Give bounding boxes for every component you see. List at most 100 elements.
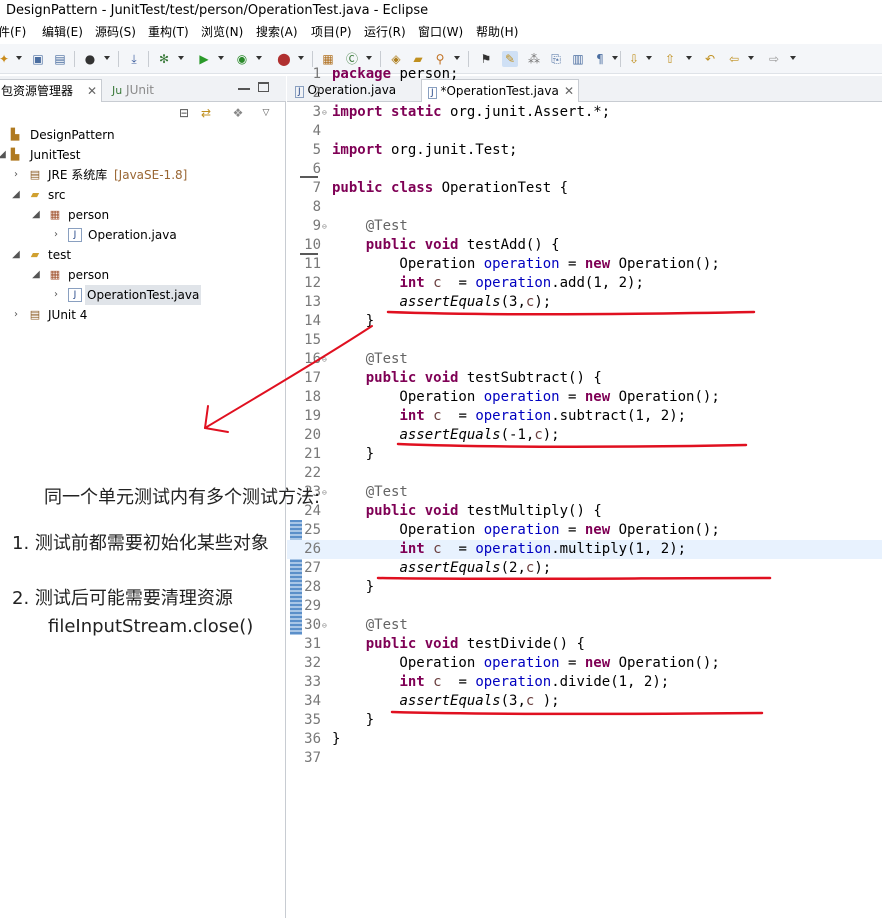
code-line[interactable]: 25 Operation operation = new Operation()…	[287, 521, 882, 540]
pilcrow-dropdown-icon[interactable]	[612, 56, 618, 60]
code-line[interactable]: 24 public void testMultiply() {	[287, 502, 882, 521]
code-line[interactable]: 29	[287, 597, 882, 616]
code-line[interactable]: 13 assertEquals(3,c);	[287, 293, 882, 312]
focus-icon[interactable]: ❖	[230, 105, 246, 121]
code-line[interactable]: 37	[287, 749, 882, 768]
external-tools-dropdown-icon[interactable]	[298, 56, 304, 60]
search-dropdown-icon[interactable]	[454, 56, 460, 60]
view-menu-icon[interactable]: ▽	[258, 105, 274, 121]
code-line[interactable]: 33 int c = operation.divide(1, 2);	[287, 673, 882, 692]
collapsed-twisty-icon[interactable]: ›	[50, 225, 62, 245]
tree-item-junittest[interactable]: ◢ ▙ JunitTest	[0, 145, 286, 165]
code-line[interactable]: 15	[287, 331, 882, 350]
menu-refactor[interactable]: 重构(T)	[148, 22, 189, 42]
next-annotation-dropdown-icon[interactable]	[646, 56, 652, 60]
save-all-icon[interactable]: ▤	[52, 51, 68, 67]
expand-twisty-icon[interactable]: ◢	[30, 205, 42, 225]
collapse-all-icon[interactable]: ⊟	[176, 105, 192, 121]
menu-edit[interactable]: 编辑(E)	[42, 22, 83, 42]
fold-toggle-icon[interactable]: ⊖	[322, 616, 327, 635]
code-line[interactable]: 22	[287, 464, 882, 483]
code-line[interactable]: 17 public void testSubtract() {	[287, 369, 882, 388]
coverage-dropdown-icon[interactable]	[256, 56, 262, 60]
code-line[interactable]: 28 }	[287, 578, 882, 597]
tree-item-test[interactable]: ◢ ▰ test	[0, 245, 286, 265]
code-line[interactable]: 14 }	[287, 312, 882, 331]
user-dropdown-icon[interactable]	[104, 56, 110, 60]
code-line[interactable]: 8	[287, 198, 882, 217]
minimize-icon[interactable]	[238, 88, 250, 90]
new-icon[interactable]: ✦	[0, 51, 12, 67]
code-line[interactable]: 1 package person;	[287, 65, 882, 84]
run-icon[interactable]: ▶	[196, 51, 212, 67]
tree-item-test-person[interactable]: ◢ ▦ person	[0, 265, 286, 285]
menu-help[interactable]: 帮助(H)	[476, 22, 518, 42]
menu-file[interactable]: 件(F)	[0, 22, 26, 42]
code-line[interactable]: 16 ⊖ @Test	[287, 350, 882, 369]
new-class-dropdown-icon[interactable]	[366, 56, 372, 60]
code-line[interactable]: 35 }	[287, 711, 882, 730]
menu-source[interactable]: 源码(S)	[95, 22, 136, 42]
fold-toggle-icon[interactable]: ⊖	[322, 483, 327, 502]
code-line[interactable]: 30 ⊖ @Test	[287, 616, 882, 635]
run-dropdown-icon[interactable]	[218, 56, 224, 60]
tree-item-src[interactable]: ◢ ▰ src	[0, 185, 286, 205]
code-line[interactable]: 31 public void testDivide() {	[287, 635, 882, 654]
code-line[interactable]: 11 Operation operation = new Operation()…	[287, 255, 882, 274]
menu-window[interactable]: 窗口(W)	[418, 22, 463, 42]
code-line[interactable]: 20 assertEquals(-1,c);	[287, 426, 882, 445]
user-icon[interactable]: ●	[82, 51, 98, 67]
coverage-icon[interactable]: ◉	[234, 51, 250, 67]
tree-item-operation-java[interactable]: › J Operation.java	[0, 225, 286, 245]
code-line[interactable]: 34 assertEquals(3,c );	[287, 692, 882, 711]
collapsed-twisty-icon[interactable]: ›	[10, 165, 22, 185]
expand-twisty-icon[interactable]: ◢	[30, 265, 42, 285]
collapsed-twisty-icon[interactable]: ›	[10, 305, 22, 325]
maximize-icon[interactable]	[258, 82, 269, 92]
tree-item-junit4[interactable]: › ▤ JUnit 4	[0, 305, 286, 325]
collapsed-twisty-icon[interactable]: ›	[50, 285, 62, 305]
tree-item-src-person[interactable]: ◢ ▦ person	[0, 205, 286, 225]
menu-run[interactable]: 运行(R)	[364, 22, 406, 42]
skip-breakpoints-icon[interactable]: ⤓	[126, 51, 142, 67]
code-line[interactable]: 18 Operation operation = new Operation()…	[287, 388, 882, 407]
code-line[interactable]: 36}	[287, 730, 882, 749]
code-line[interactable]: 21 }	[287, 445, 882, 464]
forward-dropdown-icon[interactable]	[790, 56, 796, 60]
code-line[interactable]: 27 assertEquals(2,c);	[287, 559, 882, 578]
expand-twisty-icon[interactable]: ◢	[10, 245, 22, 265]
expand-twisty-icon[interactable]: ◢	[10, 185, 22, 205]
code-line[interactable]: 5 import org.junit.Test;	[287, 141, 882, 160]
code-line[interactable]: 9 ⊖ @Test	[287, 217, 882, 236]
prev-annotation-dropdown-icon[interactable]	[686, 56, 692, 60]
link-with-editor-icon[interactable]: ⇄	[198, 105, 214, 121]
code-line[interactable]: 26 int c = operation.multiply(1, 2);	[287, 540, 882, 559]
new-dropdown-icon[interactable]	[16, 56, 22, 60]
fold-toggle-icon[interactable]: ⊖	[322, 217, 327, 236]
code-line[interactable]: 4	[287, 122, 882, 141]
code-line[interactable]: 2	[287, 84, 882, 103]
menu-search[interactable]: 搜索(A)	[256, 22, 298, 42]
menu-navigate[interactable]: 浏览(N)	[201, 22, 243, 42]
fold-toggle-icon[interactable]: ⊖	[322, 350, 327, 369]
code-line[interactable]: 32 Operation operation = new Operation()…	[287, 654, 882, 673]
fold-toggle-icon[interactable]: ⊖	[322, 103, 327, 122]
save-icon[interactable]: ▣	[30, 51, 46, 67]
expand-twisty-icon[interactable]: ◢	[0, 145, 8, 165]
tab-package-explorer[interactable]: 包资源管理器 ✕	[0, 79, 102, 102]
back-dropdown-icon[interactable]	[748, 56, 754, 60]
code-line[interactable]: 7 public class OperationTest {	[287, 179, 882, 198]
code-line[interactable]: 23 ⊖ @Test	[287, 483, 882, 502]
debug-dropdown-icon[interactable]	[178, 56, 184, 60]
menu-project[interactable]: 项目(P)	[311, 22, 352, 42]
close-icon[interactable]: ✕	[87, 80, 97, 102]
tab-junit[interactable]: Ju JUnit	[106, 79, 166, 102]
code-line[interactable]: 3 ⊖ import static org.junit.Assert.*;	[287, 103, 882, 122]
tree-item-operationtest-java[interactable]: › J OperationTest.java	[0, 285, 286, 305]
tree-item-jre-library[interactable]: › ▤ JRE 系统库 [JavaSE-1.8]	[0, 165, 286, 185]
tree-item-designpattern[interactable]: ▙ DesignPattern	[0, 125, 286, 145]
code-line[interactable]: 6	[287, 160, 882, 179]
code-line[interactable]: 19 int c = operation.subtract(1, 2);	[287, 407, 882, 426]
code-line[interactable]: 10 public void testAdd() {	[287, 236, 882, 255]
debug-icon[interactable]: ✻	[156, 51, 172, 67]
